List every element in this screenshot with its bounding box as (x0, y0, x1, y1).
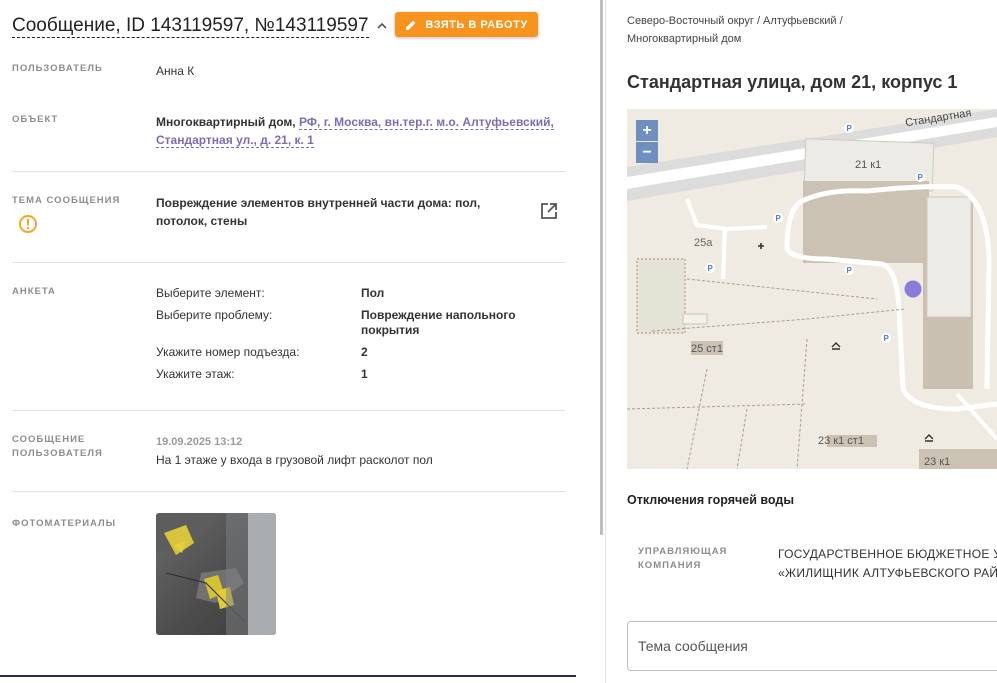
survey-answer: 2 (361, 345, 368, 359)
parking-icon: P (884, 334, 890, 343)
map-label: 23 к1 ст1 (818, 435, 864, 447)
topic-input[interactable] (628, 622, 997, 670)
map[interactable]: 21 к1 25а 25 ст1 23 к1 ст1 23 к1 Стандар… (627, 109, 997, 469)
breadcrumb: Северо-Восточный округ / Алтуфьевский / … (627, 12, 887, 48)
user-label: ПОЛЬЗОВАТЕЛЬ (12, 63, 103, 74)
survey-answer-cont: покрытия (361, 323, 420, 337)
topic-input-field[interactable] (627, 621, 997, 671)
divider (12, 410, 565, 411)
management-company-value: ГОСУДАРСТВЕННОЕ БЮДЖЕТНОЕ УЧР «ЖИЛИЩНИК … (778, 545, 997, 583)
map-label: 25 ст1 (691, 343, 723, 355)
object-type: Многоквартирный дом, (156, 115, 296, 129)
user-message-label-1: СООБЩЕНИЕ (12, 434, 86, 445)
photo-thumbnail[interactable] (156, 513, 276, 635)
warning-circle-icon (18, 214, 38, 234)
take-to-work-button[interactable]: ВЗЯТЬ В РАБОТУ (395, 12, 538, 37)
message-details-pane: Сообщение, ID 143119597, №143119597 ВЗЯТ… (0, 0, 600, 683)
divider (12, 171, 565, 172)
management-company-line-1: ГОСУДАРСТВЕННОЕ БЮДЖЕТНОЕ УЧР (778, 547, 997, 561)
topic-value: Повреждение элементов внутренней части д… (156, 194, 516, 230)
management-company-label-2: КОМПАНИЯ (638, 560, 702, 571)
user-message-label-2: ПОЛЬЗОВАТЕЛЯ (12, 448, 103, 459)
breadcrumb-line-1[interactable]: Северо-Восточный округ / Алтуфьевский / (627, 15, 843, 27)
zoom-out-label: − (642, 143, 652, 161)
user-message: 19.09.2025 13:12 На 1 этаже у входа в гр… (156, 432, 433, 469)
topic-label: ТЕМА СООБЩЕНИЯ (12, 195, 121, 206)
object-marker-icon[interactable] (904, 280, 922, 298)
survey-answer: Повреждение напольного (361, 308, 516, 322)
topic-line-2: потолок, стены (156, 214, 248, 228)
divider (12, 262, 565, 263)
photos-label: ФОТОМАТЕРИАЛЫ (12, 518, 117, 529)
pane-divider (605, 0, 606, 683)
user-value: Анна К (156, 64, 195, 78)
hot-water-outages-link[interactable]: Отключения горячей воды (627, 493, 794, 507)
map-label: 21 к1 (855, 159, 881, 171)
parking-icon: P (776, 214, 782, 223)
message-date: 19.09.2025 13:12 (156, 436, 243, 448)
parking-icon: P (847, 124, 853, 133)
object-address-title: Стандартная улица, дом 21, корпус 1 (627, 72, 958, 92)
management-company-label-1: УПРАВЛЯЮЩАЯ (638, 546, 728, 557)
divider (12, 491, 565, 492)
zoom-in-button[interactable]: + (636, 120, 658, 141)
open-in-new-icon[interactable] (539, 201, 559, 221)
parking-icon: P (918, 173, 924, 182)
user-message-label: СООБЩЕНИЕ ПОЛЬЗОВАТЕЛЯ (12, 433, 103, 461)
object-address-link-2[interactable]: Стандартная ул., д. 21, к. 1 (156, 133, 314, 148)
breadcrumb-line-2[interactable]: Многоквартирный дом (627, 33, 741, 45)
survey-label: АНКЕТА (12, 286, 56, 297)
survey-answer: 1 (361, 367, 368, 381)
parking-icon: P (708, 264, 714, 273)
scrollbar[interactable] (600, 0, 603, 535)
bottom-border (0, 675, 576, 677)
topic-line-1: Повреждение элементов внутренней части д… (156, 196, 481, 210)
survey-question: Укажите этаж: (156, 367, 235, 381)
title-row: Сообщение, ID 143119597, №143119597 (12, 12, 389, 40)
pencil-icon (406, 20, 416, 30)
message-title[interactable]: Сообщение, ID 143119597, №143119597 (12, 15, 369, 38)
survey-answer: Пол (361, 286, 385, 300)
parking-icon: P (847, 266, 853, 275)
management-company-label: УПРАВЛЯЮЩАЯ КОМПАНИЯ (638, 545, 727, 573)
management-company-line-2: «ЖИЛИЩНИК АЛТУФЬЕВСКОГО РАЙО (778, 566, 997, 580)
survey-question: Укажите номер подъезда: (156, 345, 300, 359)
survey-question: Выберите проблему: (156, 308, 273, 322)
zoom-in-label: + (642, 121, 652, 139)
survey-question: Выберите элемент: (156, 286, 265, 300)
chevron-up-icon[interactable] (375, 19, 389, 33)
map-label: 23 к1 (924, 456, 950, 468)
take-to-work-label: ВЗЯТЬ В РАБОТУ (425, 18, 528, 31)
object-address-link[interactable]: РФ, г. Москва, вн.тер.г. м.о. Алтуфьевск… (298, 115, 554, 130)
map-label: 25а (694, 237, 713, 249)
zoom-out-button[interactable]: − (636, 142, 658, 163)
message-text: На 1 этаже у входа в грузовой лифт раско… (156, 453, 433, 467)
object-label: ОБЪЕКТ (12, 114, 59, 125)
object-value: Многоквартирный дом, РФ, г. Москва, вн.т… (156, 113, 556, 149)
